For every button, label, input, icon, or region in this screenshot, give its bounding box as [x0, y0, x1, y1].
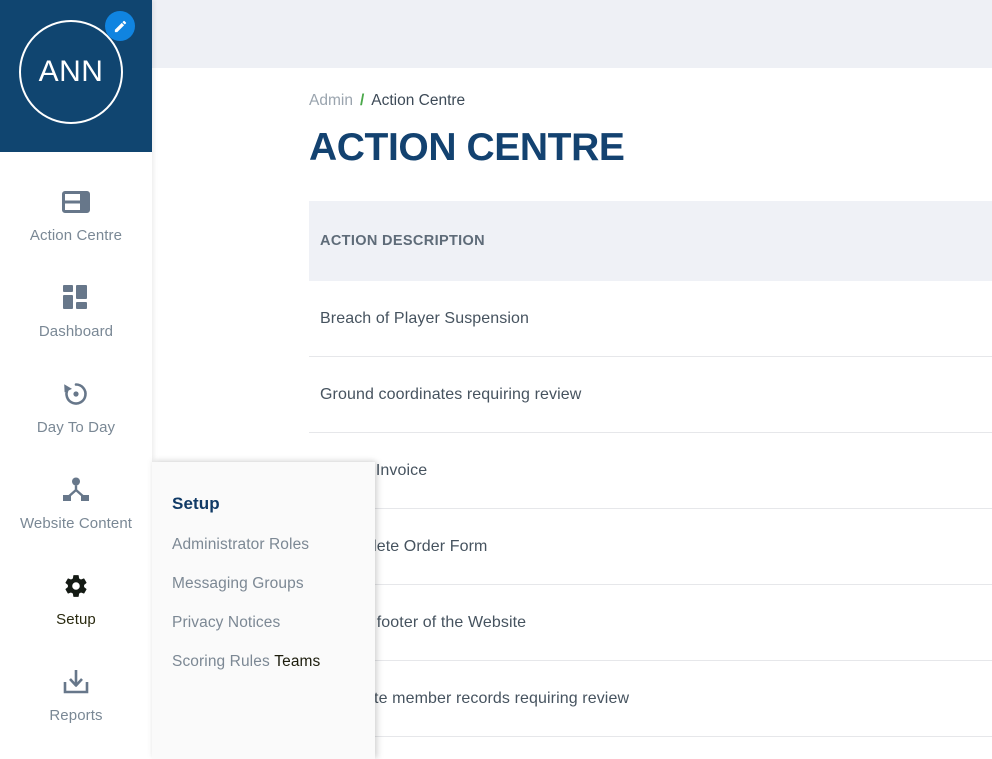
- avatar-panel: ANN: [0, 0, 152, 152]
- flyout-item-teams[interactable]: Teams: [274, 653, 320, 671]
- column-header-action-description: ACTION DESCRIPTION: [320, 233, 485, 249]
- sidebar-item-day-to-day[interactable]: Day To Day: [0, 362, 152, 458]
- history-rotate-icon: [62, 378, 90, 410]
- flyout-title: Setup: [172, 494, 220, 513]
- table-row[interactable]: Incomplete Order Form: [309, 509, 992, 585]
- sidebar-item-reports[interactable]: Reports: [0, 650, 152, 746]
- flyout-item-scoring-rules[interactable]: Scoring Rules: [172, 653, 270, 671]
- breadcrumb: Admin / Action Centre: [309, 92, 992, 110]
- app-root: Admin / Action Centre ACTION CENTRE ACTI…: [0, 0, 992, 759]
- flyout-item-privacy-notices[interactable]: Privacy Notices: [172, 614, 280, 632]
- page-title: ACTION CENTRE: [309, 126, 625, 169]
- flyout-item-label: Privacy Notices: [172, 614, 281, 631]
- download-tray-icon: [62, 666, 90, 698]
- table-row[interactable]: Unpaid Invoice: [309, 433, 992, 509]
- setup-flyout-menu: Setup Administrator Roles Messaging Grou…: [152, 462, 375, 759]
- table-row[interactable]: Update footer of the Website: [309, 585, 992, 661]
- flyout-item-label: Teams: [274, 653, 321, 670]
- flyout-item-administrator-roles[interactable]: Administrator Roles: [172, 536, 309, 554]
- pencil-icon[interactable]: [105, 11, 135, 41]
- breadcrumb-item-admin[interactable]: Admin: [309, 92, 353, 110]
- layout-panel-icon: [62, 186, 90, 218]
- table-row[interactable]: Breach of Player Suspension: [309, 281, 992, 357]
- avatar[interactable]: ANN: [19, 20, 123, 124]
- flyout-item-messaging-groups[interactable]: Messaging Groups: [172, 575, 304, 593]
- sidebar-item-label: Day To Day: [36, 419, 116, 436]
- sidebar-item-dashboard[interactable]: Dashboard: [0, 266, 152, 362]
- cell-action-description: Ground coordinates requiring review: [320, 385, 582, 403]
- gear-icon: [63, 570, 89, 602]
- flyout-item-label: Scoring Rules: [172, 653, 270, 670]
- table-row[interactable]: Duplicate member records requiring revie…: [309, 661, 992, 737]
- cell-action-description: Breach of Player Suspension: [320, 309, 530, 327]
- sidebar: ANN Action Centre Dashboard Day To Day W…: [0, 0, 152, 759]
- actions-table: ACTION DESCRIPTION Breach of Player Susp…: [309, 201, 992, 737]
- sidebar-item-label: Website Content: [19, 515, 133, 532]
- sidebar-item-website-content[interactable]: Website Content: [0, 458, 152, 554]
- sidebar-item-setup[interactable]: Setup: [0, 554, 152, 650]
- sidebar-item-label: Setup: [56, 611, 96, 628]
- breadcrumb-separator: /: [359, 92, 365, 109]
- sidebar-nav: Action Centre Dashboard Day To Day Websi…: [0, 152, 152, 746]
- sidebar-item-action-centre[interactable]: Action Centre: [0, 170, 152, 266]
- grid-tiles-icon: [63, 282, 89, 314]
- table-row[interactable]: Ground coordinates requiring review: [309, 357, 992, 433]
- breadcrumb-item-current: Action Centre: [371, 92, 466, 109]
- sidebar-item-label: Action Centre: [29, 227, 123, 244]
- sidebar-item-label: Reports: [49, 707, 103, 724]
- flyout-item-label: Messaging Groups: [172, 575, 304, 592]
- table-header-row: ACTION DESCRIPTION: [309, 201, 992, 281]
- flyout-item-label: Administrator Roles: [172, 536, 310, 553]
- top-bar: [152, 0, 992, 68]
- avatar-initials: ANN: [38, 55, 104, 88]
- sitemap-icon: [62, 474, 90, 506]
- sidebar-item-label: Dashboard: [38, 323, 114, 340]
